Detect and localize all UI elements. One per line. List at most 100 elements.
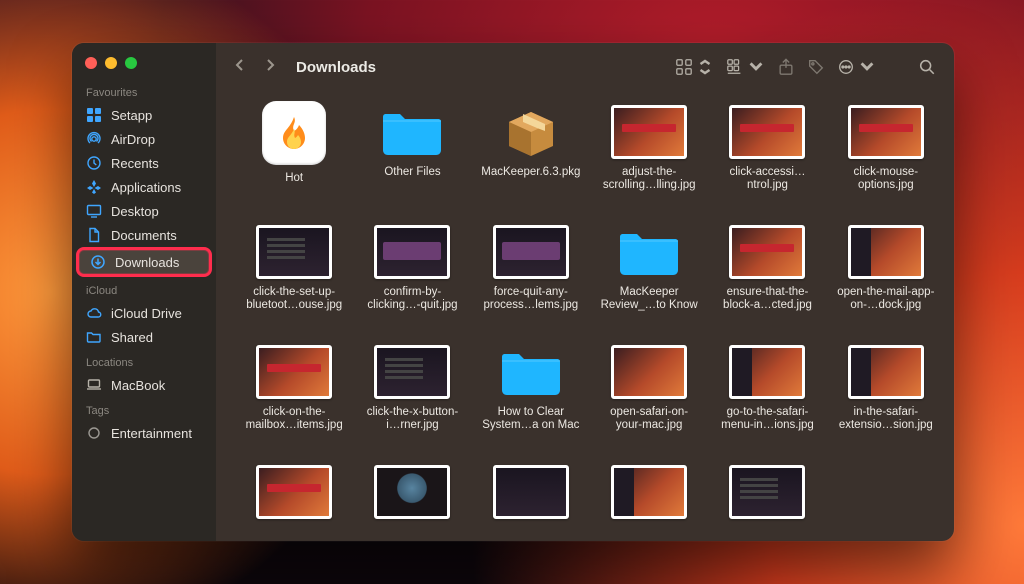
view-icons-button[interactable] xyxy=(675,58,714,76)
finder-window: Favourites Setapp AirDrop Recents Applic… xyxy=(72,43,954,541)
file-item[interactable]: Hot xyxy=(238,105,350,221)
img-thumbnail xyxy=(729,105,805,159)
file-label: MacKeeper Review_…to Know xyxy=(595,285,703,313)
search-button[interactable] xyxy=(918,58,936,76)
share-button[interactable] xyxy=(777,58,795,76)
img-thumbnail xyxy=(848,105,924,159)
sidebar-item-label: iCloud Drive xyxy=(111,306,182,321)
img-thumbnail xyxy=(256,225,332,279)
back-button[interactable] xyxy=(234,58,246,76)
file-grid[interactable]: Hot Other Files MacKeeper.6.3.pkg adjust-th… xyxy=(216,91,954,541)
img-thumbnail xyxy=(611,465,687,519)
zoom-window-button[interactable] xyxy=(125,57,137,69)
img-thumbnail xyxy=(848,345,924,399)
file-item[interactable]: MacKeeper.6.3.pkg xyxy=(475,105,587,221)
file-label: in-the-safari-extensio…sion.jpg xyxy=(832,405,940,433)
toolbar: Downloads xyxy=(216,43,954,91)
img-thumbnail xyxy=(374,345,450,399)
nav-buttons xyxy=(234,58,276,76)
pkg-thumbnail xyxy=(493,105,569,159)
close-window-button[interactable] xyxy=(85,57,97,69)
tag-circle-icon xyxy=(86,425,102,441)
cloud-icon xyxy=(86,305,102,321)
sidebar-item-setapp[interactable]: Setapp xyxy=(72,103,216,127)
img-thumbnail xyxy=(611,105,687,159)
file-item[interactable]: How to Clear System…a on Mac xyxy=(475,345,587,461)
sidebar-item-label: Setapp xyxy=(111,108,152,123)
sidebar-section-tags: Tags xyxy=(72,397,216,421)
file-label: go-to-the-safari-menu-in…ions.jpg xyxy=(713,405,821,433)
file-item[interactable]: MacKeeper Review_…to Know xyxy=(593,225,705,341)
file-item[interactable]: open-the-mail-app-on-…dock.jpg xyxy=(830,225,942,341)
file-label: MacKeeper.6.3.pkg xyxy=(479,165,582,180)
file-item[interactable]: click-accessi…ntrol.jpg xyxy=(711,105,823,221)
file-item[interactable]: adjust-the-scrolling…lling.jpg xyxy=(593,105,705,221)
file-item[interactable]: in-the-safari-extensio…sion.jpg xyxy=(830,345,942,461)
img-thumbnail xyxy=(729,345,805,399)
file-item[interactable] xyxy=(475,465,587,535)
sidebar-item-label: Entertainment xyxy=(111,426,192,441)
sidebar-item-downloads[interactable]: Downloads xyxy=(76,247,212,277)
sidebar-item-label: Desktop xyxy=(111,204,159,219)
sidebar-item-macbook[interactable]: MacBook xyxy=(72,373,216,397)
img-thumbnail xyxy=(493,225,569,279)
img-thumbnail xyxy=(493,465,569,519)
sidebar-item-tag-entertainment[interactable]: Entertainment xyxy=(72,421,216,445)
file-item[interactable] xyxy=(593,465,705,535)
sidebar-section-icloud: iCloud xyxy=(72,277,216,301)
file-item[interactable]: click-mouse-options.jpg xyxy=(830,105,942,221)
file-label: Hot xyxy=(283,171,305,186)
sidebar: Favourites Setapp AirDrop Recents Applic… xyxy=(72,43,216,541)
file-item[interactable]: click-the-x-button-i…rner.jpg xyxy=(356,345,468,461)
clock-icon xyxy=(86,155,102,171)
file-label: open-safari-on-your-mac.jpg xyxy=(595,405,703,433)
img-thumbnail xyxy=(729,465,805,519)
file-item[interactable] xyxy=(238,465,350,535)
main-pane: Downloads Hot Other Files MacKeeper.6.3.pk… xyxy=(216,43,954,541)
minimize-window-button[interactable] xyxy=(105,57,117,69)
folder-thumbnail xyxy=(374,105,450,159)
img-thumbnail xyxy=(729,225,805,279)
sidebar-section-locations: Locations xyxy=(72,349,216,373)
file-item[interactable]: open-safari-on-your-mac.jpg xyxy=(593,345,705,461)
file-item[interactable]: force-quit-any-process…lems.jpg xyxy=(475,225,587,341)
sidebar-item-recents[interactable]: Recents xyxy=(72,151,216,175)
grid-icon xyxy=(86,107,102,123)
sidebar-item-applications[interactable]: Applications xyxy=(72,175,216,199)
app-thumbnail xyxy=(262,101,326,165)
file-item[interactable]: click-the-set-up-bluetoot…ouse.jpg xyxy=(238,225,350,341)
file-item[interactable]: Other Files xyxy=(356,105,468,221)
sidebar-item-icloud-drive[interactable]: iCloud Drive xyxy=(72,301,216,325)
sidebar-item-label: Downloads xyxy=(115,255,179,270)
sidebar-item-shared[interactable]: Shared xyxy=(72,325,216,349)
file-label: Other Files xyxy=(382,165,442,180)
window-title: Downloads xyxy=(296,59,376,76)
file-label: click-mouse-options.jpg xyxy=(832,165,940,193)
sidebar-item-label: Recents xyxy=(111,156,159,171)
folder-thumbnail xyxy=(611,225,687,279)
forward-button[interactable] xyxy=(264,58,276,76)
sidebar-item-label: AirDrop xyxy=(111,132,155,147)
action-menu-button[interactable] xyxy=(837,58,876,76)
file-label: confirm-by-clicking…-quit.jpg xyxy=(358,285,466,313)
file-item[interactable]: go-to-the-safari-menu-in…ions.jpg xyxy=(711,345,823,461)
img-thumbnail xyxy=(374,465,450,519)
tag-button[interactable] xyxy=(807,58,825,76)
file-item[interactable] xyxy=(711,465,823,535)
sidebar-item-airdrop[interactable]: AirDrop xyxy=(72,127,216,151)
group-button[interactable] xyxy=(726,58,765,76)
file-item[interactable]: click-on-the-mailbox…items.jpg xyxy=(238,345,350,461)
sidebar-item-desktop[interactable]: Desktop xyxy=(72,199,216,223)
sidebar-item-label: MacBook xyxy=(111,378,165,393)
sidebar-item-label: Shared xyxy=(111,330,153,345)
file-label: open-the-mail-app-on-…dock.jpg xyxy=(832,285,940,313)
file-label: ensure-that-the-block-a…cted.jpg xyxy=(713,285,821,313)
sidebar-item-documents[interactable]: Documents xyxy=(72,223,216,247)
img-thumbnail xyxy=(611,345,687,399)
file-item[interactable]: confirm-by-clicking…-quit.jpg xyxy=(356,225,468,341)
file-label: How to Clear System…a on Mac xyxy=(477,405,585,433)
file-item[interactable]: ensure-that-the-block-a…cted.jpg xyxy=(711,225,823,341)
img-thumbnail xyxy=(374,225,450,279)
file-item[interactable] xyxy=(356,465,468,535)
window-controls xyxy=(72,55,216,79)
